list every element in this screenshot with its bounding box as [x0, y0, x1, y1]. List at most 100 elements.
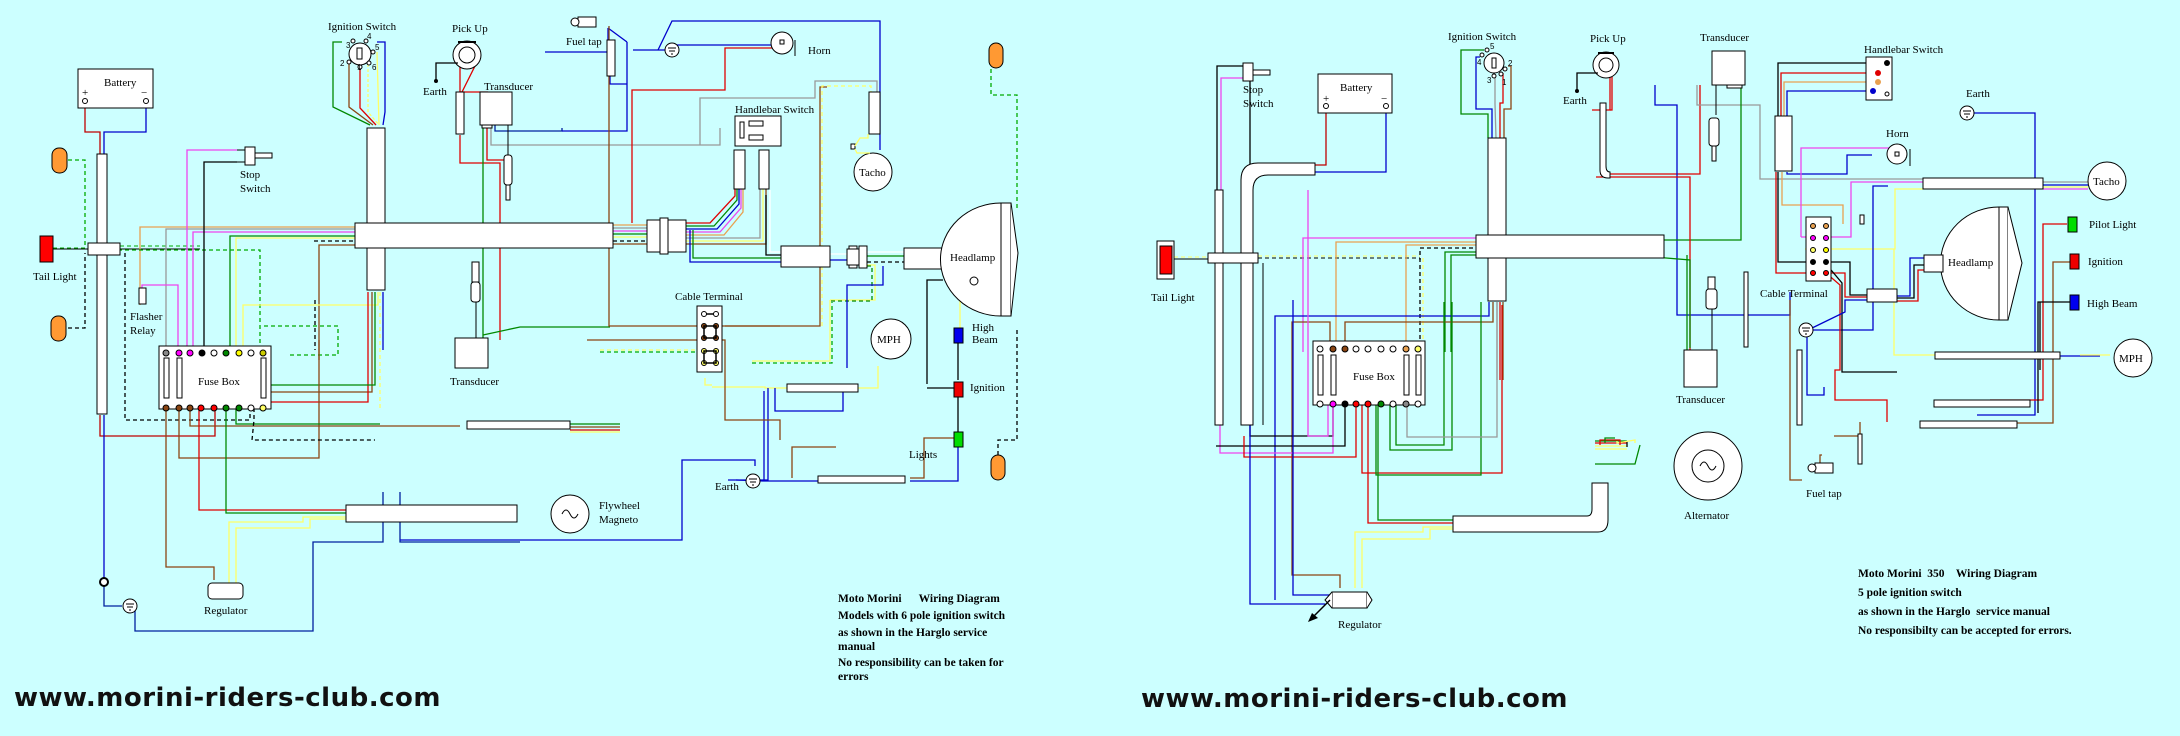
left-note-line-5: No responsibility can be taken for [838, 657, 1004, 669]
right-tail-light: Tail Light [1151, 240, 1195, 304]
svg-text:MPH: MPH [2119, 353, 2143, 365]
left-mph-gauge: MPH [870, 318, 912, 360]
left-ignition-lamp-icon [953, 381, 964, 398]
svg-text:3: 3 [346, 41, 351, 50]
svg-text:5: 5 [1490, 42, 1495, 51]
svg-text:Pick Up: Pick Up [1590, 33, 1626, 45]
left-fuel-tap: Fuel tap [566, 16, 616, 77]
svg-text:Earth: Earth [1966, 88, 1990, 100]
right-note-line-2: 5 pole ignition switch [1858, 587, 1962, 599]
svg-text:Ignition Switch: Ignition Switch [328, 21, 397, 33]
left-tail-light: Tail Light [33, 235, 77, 283]
svg-text:Tacho: Tacho [859, 167, 886, 179]
svg-text:Headlamp: Headlamp [1948, 257, 1994, 269]
svg-text:Fuel tap: Fuel tap [566, 36, 602, 48]
svg-text:Transducer: Transducer [1676, 394, 1725, 406]
svg-text:Battery: Battery [1340, 82, 1373, 94]
left-stop-switch: Stop Switch [237, 146, 273, 195]
left-website-link[interactable]: www.morini-riders-club.com [14, 683, 441, 713]
left-high-beam-label-2: Beam [972, 334, 998, 346]
right-battery: Battery + − [1317, 73, 1393, 114]
svg-text:Magneto: Magneto [599, 514, 639, 526]
right-main-loom [1475, 234, 1665, 259]
right-transducer-bottom: Transducer [1676, 276, 1725, 406]
left-pick-up: Pick Up Earth [423, 23, 488, 135]
left-rear-indicator-top-icon [51, 147, 68, 174]
wiring-diagram-canvas: Battery + − Tail Light Stop Switch Flash… [33, 16, 2153, 632]
fuse-bottom-terminals [162, 404, 267, 412]
svg-text:Earth: Earth [1563, 95, 1587, 107]
right-website-link[interactable]: www.morini-riders-club.com [1141, 684, 1568, 714]
right-wiring-diagram: Stop Switch Tail Light Battery + − Ignit… [1151, 31, 2153, 631]
svg-text:Transducer: Transducer [1700, 32, 1749, 44]
left-lights-lamp-icon [953, 431, 964, 448]
left-cable-terminal: Cable Terminal [675, 291, 743, 373]
left-battery-minus: − [141, 87, 147, 99]
right-note-line-1: Moto Morini 350 Wiring Diagram [1858, 568, 2038, 580]
svg-text:2: 2 [1508, 59, 1513, 68]
svg-text:Headlamp: Headlamp [950, 252, 996, 264]
svg-text:Cable Terminal: Cable Terminal [675, 291, 743, 303]
left-transducer-top: Transducer [479, 81, 533, 201]
left-rear-indicator-bottom-icon [50, 315, 67, 342]
fuse-top-terminals [162, 349, 267, 357]
svg-text:Fuse Box: Fuse Box [198, 376, 240, 388]
right-mph-gauge: MPH [2113, 338, 2153, 378]
right-alternator-tube [1452, 482, 1609, 533]
right-fuse-top-terminals [1316, 345, 1422, 353]
svg-text:Handlebar Switch: Handlebar Switch [1864, 44, 1944, 56]
svg-text:Fuel tap: Fuel tap [1806, 488, 1842, 500]
svg-text:5: 5 [375, 43, 380, 52]
right-tacho-cable [1922, 177, 2044, 190]
left-loom-junction [87, 242, 121, 256]
svg-text:Switch: Switch [1243, 98, 1274, 110]
right-tube-fueltap [1857, 433, 1863, 465]
right-pilot-light-lamp-icon [2067, 216, 2078, 233]
right-ignition-loom [1487, 137, 1507, 302]
right-stop-switch: Stop Switch [1242, 62, 1274, 110]
right-loom-junction [1207, 252, 1259, 264]
right-mph-cable [1934, 351, 2061, 360]
svg-text:Earth: Earth [423, 86, 447, 98]
right-tube-bottom-1 [1933, 399, 2031, 408]
right-earth-top: Earth [1959, 88, 1990, 121]
right-loom-1 [1214, 189, 1224, 426]
left-regulator: Regulator [204, 582, 248, 617]
right-transducer-top: Transducer [1700, 32, 1749, 162]
svg-text:Cable Terminal: Cable Terminal [1760, 288, 1828, 300]
right-pilot-light-label: Pilot Light [2089, 219, 2136, 231]
svg-text:Regulator: Regulator [204, 605, 248, 617]
svg-text:4: 4 [1477, 58, 1482, 67]
svg-text:Transducer: Transducer [484, 81, 533, 93]
right-tube-bottom-2 [1919, 420, 2018, 429]
svg-text:Handlebar Switch: Handlebar Switch [735, 104, 815, 116]
left-headlamp-loom [780, 245, 831, 268]
svg-text:Pick Up: Pick Up [452, 23, 488, 35]
right-wires [1174, 49, 2110, 605]
left-wiring-diagram: Battery + − Tail Light Stop Switch Flash… [33, 16, 1019, 632]
right-cable-tube-vertical [1743, 271, 1749, 348]
left-tube-bottom [817, 475, 906, 484]
left-earth-regulator-icon [122, 598, 138, 614]
left-fuse-box: Fuse Box [158, 345, 272, 412]
left-handlebar-junction [646, 219, 662, 253]
right-diagram-notes: Moto Morini 350 Wiring Diagram 5 pole ig… [1858, 567, 2072, 638]
right-high-beam-lamp-icon [2069, 294, 2080, 311]
left-headlamp: Headlamp [939, 202, 1019, 317]
svg-text:Alternator: Alternator [1684, 510, 1730, 522]
left-ignition-label: Ignition [970, 382, 1005, 394]
svg-text:4: 4 [367, 32, 372, 41]
left-main-loom [354, 222, 614, 249]
left-note-line-2: Models with 6 pole ignition switch [838, 610, 1006, 622]
left-note-line-3: as shown in the Harglo service [838, 627, 988, 639]
right-fuse-box: Fuse Box [1312, 340, 1426, 408]
right-tacho: Tacho [2087, 161, 2127, 201]
right-ignition-switch: Ignition Switch 1 2 3 4 5 [1448, 31, 1517, 87]
right-headlamp: Headlamp [1866, 206, 2023, 321]
left-transducer-bottom: Transducer [450, 261, 499, 388]
right-note-line-4: No responsibilty can be accepted for err… [1858, 625, 2072, 637]
left-battery-plus: + [82, 87, 88, 99]
left-tube-right [786, 383, 859, 393]
svg-text:Stop: Stop [240, 169, 261, 181]
right-ignition-label: Ignition [2088, 256, 2123, 268]
